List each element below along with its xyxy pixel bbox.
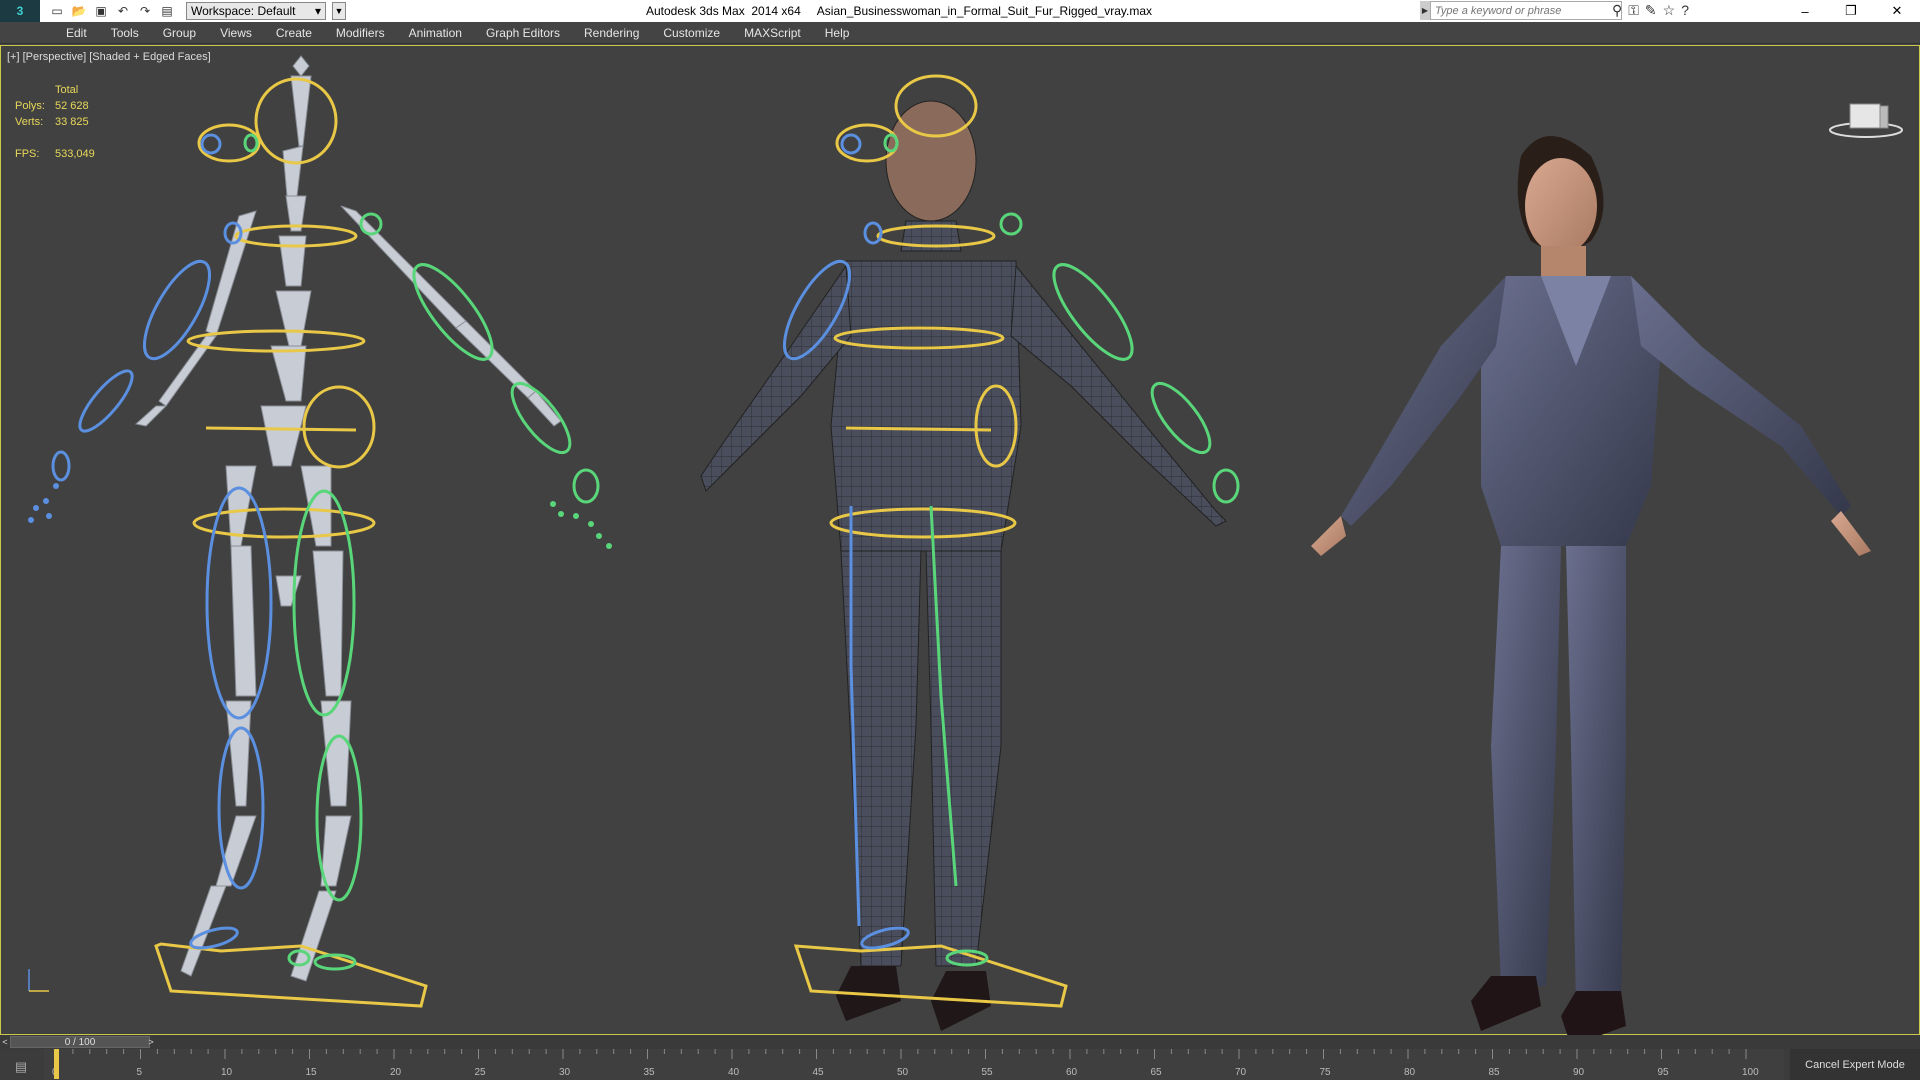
ruler-tick-label: 40 — [728, 1067, 740, 1078]
menu-customize[interactable]: Customize — [651, 26, 732, 40]
subscription-icon[interactable]: ⚿ — [1628, 2, 1639, 19]
menu-create[interactable]: Create — [264, 26, 324, 40]
menu-views[interactable]: Views — [208, 26, 264, 40]
menu-rendering[interactable]: Rendering — [572, 26, 651, 40]
window-controls: – ❐ ✕ — [1782, 0, 1920, 22]
ruler-tick-label: 35 — [644, 1067, 656, 1078]
ruler-tick-label: 5 — [137, 1067, 143, 1078]
menu-animation[interactable]: Animation — [397, 26, 474, 40]
cancel-expert-mode-button[interactable]: Cancel Expert Mode — [1790, 1049, 1920, 1080]
ruler-tick-label: 60 — [1066, 1067, 1078, 1078]
menu-edit[interactable]: Edit — [54, 26, 99, 40]
scene-render — [28, 55, 1871, 1036]
minimize-button[interactable]: – — [1782, 0, 1828, 22]
ruler-tick-label: 50 — [897, 1067, 909, 1078]
ruler-tick-label: 10 — [221, 1067, 233, 1078]
ruler-tick-label: 45 — [813, 1067, 825, 1078]
ruler-tick-label: 65 — [1151, 1067, 1163, 1078]
chevron-down-icon: ▾ — [314, 4, 321, 18]
ruler-tick-label: 90 — [1573, 1067, 1585, 1078]
menu-modifiers[interactable]: Modifiers — [324, 26, 397, 40]
menu-graph-editors[interactable]: Graph Editors — [474, 26, 572, 40]
time-prev-button[interactable]: < — [0, 1036, 10, 1048]
wireframe-model[interactable] — [700, 74, 1240, 1031]
axis-tripod-icon — [28, 969, 49, 992]
right-hand-fingers — [550, 501, 612, 549]
save-icon[interactable]: ▣ — [92, 3, 110, 19]
open-file-icon[interactable]: 📂 — [70, 3, 88, 19]
character-body — [1311, 136, 1871, 1036]
workspace-label: Workspace: Default — [191, 4, 296, 18]
window-title: Autodesk 3ds Max 2014 x64 Asian_Business… — [646, 4, 1153, 18]
ruler-tick-label: 95 — [1658, 1067, 1670, 1078]
time-next-button[interactable]: > — [146, 1036, 156, 1048]
infocenter-toolbar: ⚲ ⚿ ✎ ☆ ? — [1612, 2, 1689, 19]
ruler-tick-label: 75 — [1320, 1067, 1332, 1078]
menu-maxscript[interactable]: MAXScript — [732, 26, 813, 40]
ruler-tick-label: 55 — [982, 1067, 994, 1078]
workspace-more-icon[interactable]: ▼ — [332, 2, 346, 20]
close-button[interactable]: ✕ — [1874, 0, 1920, 22]
time-slider-bar: < 0 / 100 > — [0, 1035, 1920, 1049]
menu-tools[interactable]: Tools — [99, 26, 151, 40]
current-frame-marker[interactable] — [54, 1049, 59, 1079]
ruler-tick-label: 70 — [1235, 1067, 1247, 1078]
quick-access-toolbar: ▭ 📂 ▣ ↶ ↷ ▤ Workspace: Default ▾ ▼ — [40, 2, 346, 20]
title-bar: 3 ▭ 📂 ▣ ↶ ↷ ▤ Workspace: Default ▾ ▼ Aut… — [0, 0, 1920, 22]
help-icon[interactable]: ? — [1681, 2, 1689, 19]
new-file-icon[interactable]: ▭ — [48, 3, 66, 19]
frame-display: 0 / 100 — [64, 1036, 96, 1048]
menu-group[interactable]: Group — [151, 26, 208, 40]
viewcube-icon[interactable] — [1826, 86, 1906, 146]
perspective-viewport[interactable]: [+] [Perspective] [Shaded + Edged Faces]… — [0, 45, 1920, 1036]
restore-button[interactable]: ❐ — [1828, 0, 1874, 22]
ruler-tick-label: 80 — [1404, 1067, 1416, 1078]
frame-ruler[interactable]: 0510152025303540455055606570758085909510… — [44, 1049, 1784, 1080]
left-hand-fingers — [28, 483, 59, 523]
redo-icon[interactable]: ↷ — [136, 3, 154, 19]
track-bar: ▤ 05101520253035404550556065707580859095… — [0, 1049, 1920, 1080]
communication-icon[interactable]: ✎ — [1645, 2, 1657, 19]
ruler-tick-label: 15 — [306, 1067, 318, 1078]
ruler-tick-label: 25 — [475, 1067, 487, 1078]
ruler-tick-label: 85 — [1489, 1067, 1501, 1078]
menu-bar: Edit Tools Group Views Create Modifiers … — [0, 22, 1920, 44]
ruler-tick-label: 100 — [1742, 1067, 1759, 1078]
workspace-dropdown[interactable]: Workspace: Default ▾ — [186, 2, 326, 20]
project-folder-icon[interactable]: ▤ — [158, 3, 176, 19]
ruler-tick-label: 30 — [559, 1067, 571, 1078]
undo-icon[interactable]: ↶ — [114, 3, 132, 19]
ruler-tick-label: 20 — [390, 1067, 402, 1078]
app-logo-icon[interactable]: 3 — [0, 0, 40, 22]
search-input[interactable] — [1430, 1, 1622, 20]
time-slider[interactable]: 0 / 100 — [10, 1036, 150, 1048]
menu-help[interactable]: Help — [813, 26, 862, 40]
favorites-star-icon[interactable]: ☆ — [1663, 2, 1676, 19]
binoculars-icon[interactable]: ⚲ — [1612, 2, 1622, 19]
mini-curve-editor-icon[interactable]: ▤ — [4, 1057, 38, 1077]
mesh-body — [700, 100, 1227, 967]
skeleton-rig[interactable] — [28, 55, 612, 1008]
search-area: ▶ — [1420, 1, 1622, 20]
shaded-model[interactable] — [1311, 136, 1871, 1036]
search-expand-icon[interactable]: ▶ — [1420, 1, 1430, 20]
